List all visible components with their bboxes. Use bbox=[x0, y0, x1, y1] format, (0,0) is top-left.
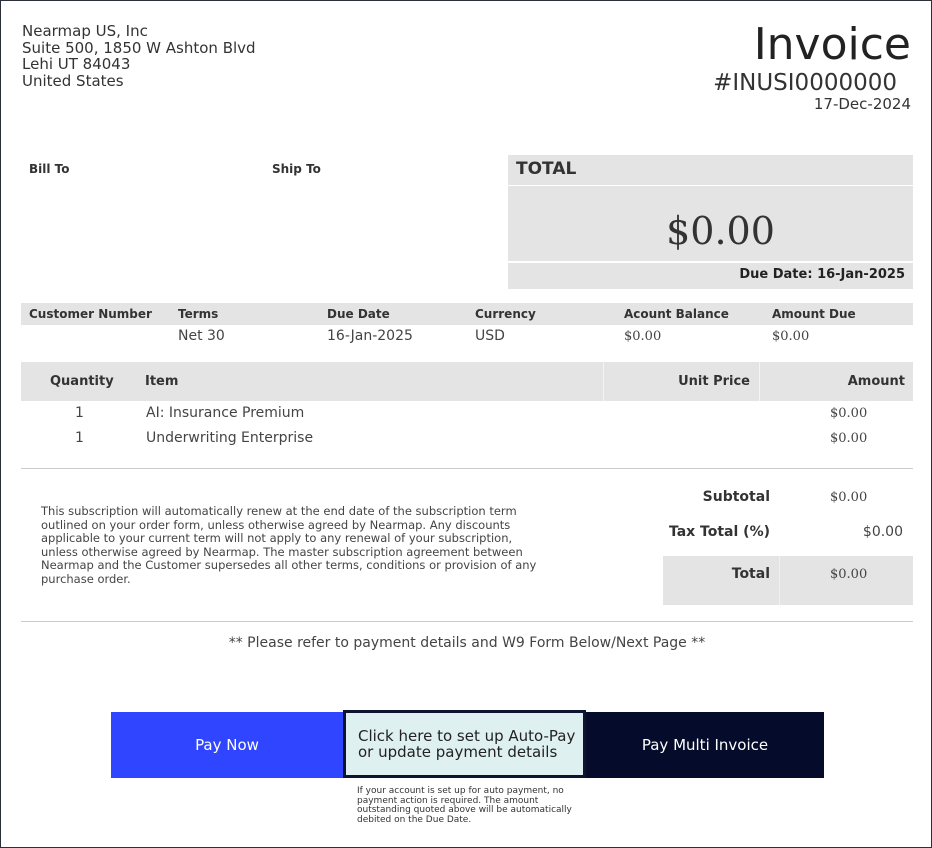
invoice-date: 17-Dec-2024 bbox=[813, 95, 911, 113]
subscription-terms-text: This subscription will automatically ren… bbox=[41, 504, 537, 586]
item-amount: $0.00 bbox=[830, 406, 868, 421]
items-header-item: Item bbox=[145, 374, 179, 389]
meta-header-customer-number: Customer Number bbox=[29, 307, 152, 321]
bill-to-label: Bill To bbox=[29, 162, 70, 176]
sender-address-line2: Lehi UT 84043 bbox=[22, 55, 131, 73]
column-divider bbox=[759, 362, 760, 401]
items-header-unit-price: Unit Price bbox=[678, 374, 750, 389]
grand-total-row bbox=[663, 556, 913, 605]
subtotal-value: $0.00 bbox=[830, 490, 868, 505]
meta-value-row: Net 30 16-Jan-2025 USD $0.00 $0.00 bbox=[21, 325, 913, 347]
invoice-page: Nearmap US, Inc Suite 500, 1850 W Ashton… bbox=[0, 0, 932, 848]
grand-total-value: $0.00 bbox=[830, 567, 868, 582]
item-quantity: 1 bbox=[75, 430, 84, 446]
meta-due-date: 16-Jan-2025 bbox=[327, 328, 413, 344]
pay-multi-invoice-button[interactable]: Pay Multi Invoice bbox=[586, 712, 824, 778]
total-box-label: TOTAL bbox=[516, 159, 577, 179]
items-header-amount: Amount bbox=[847, 374, 905, 389]
item-name: AI: Insurance Premium bbox=[146, 405, 305, 421]
column-divider bbox=[603, 362, 604, 401]
meta-header-due-date: Due Date bbox=[327, 307, 390, 321]
item-amount: $0.00 bbox=[830, 431, 868, 446]
total-box-amount: $0.00 bbox=[666, 209, 775, 253]
divider bbox=[508, 261, 913, 263]
items-header-quantity: Quantity bbox=[50, 374, 114, 389]
subtotal-label: Subtotal bbox=[702, 489, 770, 505]
items-header-row: Quantity Item Unit Price Amount bbox=[21, 362, 913, 401]
column-divider bbox=[779, 556, 780, 605]
tax-total-label: Tax Total (%) bbox=[668, 524, 770, 540]
total-box-due-date: Due Date: 16-Jan-2025 bbox=[739, 267, 905, 282]
auto-pay-button[interactable]: Click here to set up Auto-Pay or update … bbox=[343, 710, 586, 778]
item-name: Underwriting Enterprise bbox=[146, 430, 314, 446]
meta-amount-due: $0.00 bbox=[772, 329, 810, 344]
meta-currency: USD bbox=[475, 328, 505, 344]
ship-to-label: Ship To bbox=[272, 162, 321, 176]
meta-terms: Net 30 bbox=[178, 328, 225, 344]
auto-pay-label: Click here to set up Auto-Pay or update … bbox=[358, 727, 576, 761]
sender-company: Nearmap US, Inc bbox=[22, 22, 148, 40]
item-quantity: 1 bbox=[75, 405, 84, 421]
divider bbox=[508, 185, 913, 186]
auto-pay-note: If your account is set up for auto payme… bbox=[357, 786, 572, 825]
invoice-title: Invoice bbox=[753, 19, 911, 70]
meta-header-amount-due: Amount Due bbox=[772, 307, 856, 321]
divider bbox=[21, 468, 913, 469]
table-row: 1 Underwriting Enterprise $0.00 bbox=[21, 427, 913, 451]
meta-header-currency: Currency bbox=[475, 307, 536, 321]
meta-header-row: Customer Number Terms Due Date Currency … bbox=[21, 303, 913, 325]
pay-now-button[interactable]: Pay Now bbox=[111, 712, 343, 778]
meta-account-balance: $0.00 bbox=[624, 329, 662, 344]
table-row: 1 AI: Insurance Premium $0.00 bbox=[21, 402, 913, 426]
payment-details-note: ** Please refer to payment details and W… bbox=[228, 635, 706, 651]
sender-country: United States bbox=[22, 71, 124, 90]
sender-address: Nearmap US, Inc Suite 500, 1850 W Ashton… bbox=[22, 23, 256, 89]
sender-address-line1: Suite 500, 1850 W Ashton Blvd bbox=[22, 38, 256, 57]
tax-total-value: $0.00 bbox=[862, 524, 903, 540]
meta-header-account-balance: Acount Balance bbox=[624, 307, 729, 321]
grand-total-label: Total bbox=[731, 566, 770, 582]
meta-header-terms: Terms bbox=[178, 307, 219, 321]
divider bbox=[21, 621, 913, 622]
total-summary-box: TOTAL $0.00 Due Date: 16-Jan-2025 bbox=[508, 155, 913, 289]
invoice-number: #INUSI0000000 bbox=[713, 70, 897, 96]
